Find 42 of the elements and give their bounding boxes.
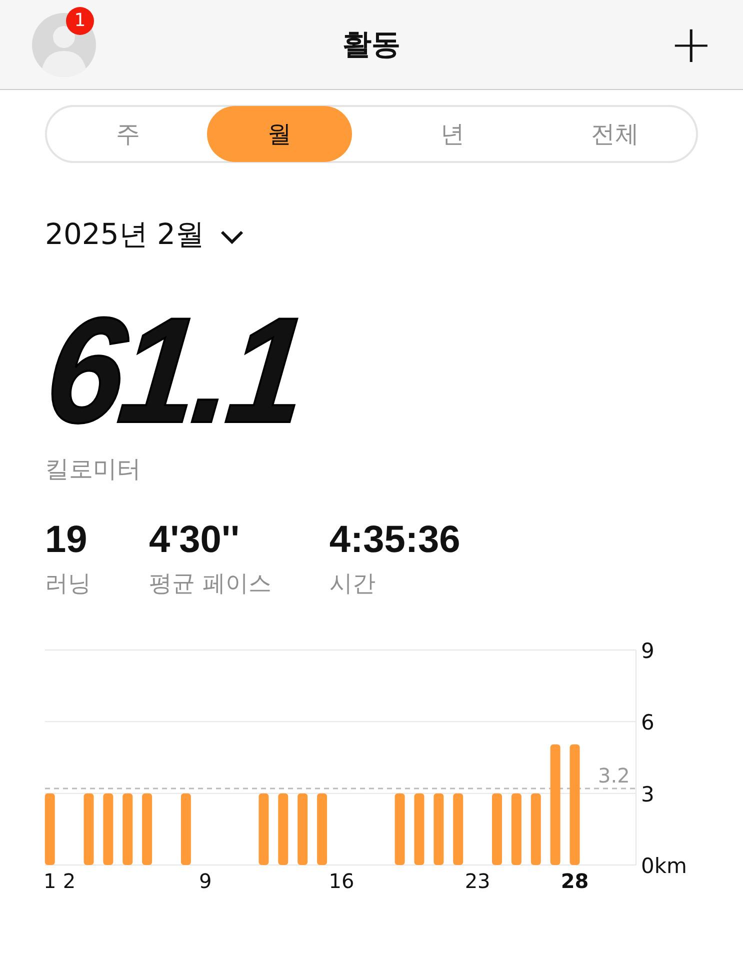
page-title: 활동 (342, 26, 402, 62)
stat-value: 4:35:36 (329, 519, 460, 562)
chart-bar (180, 793, 191, 865)
chart-bar (434, 793, 444, 865)
stat-value: 4'30'' (149, 519, 241, 562)
axis-label: 28 (560, 869, 589, 893)
axis-label: 0km (641, 854, 687, 878)
notification-badge: 1 (66, 6, 94, 34)
average-label: 3.2 (598, 764, 630, 788)
chevron-down-icon[interactable] (220, 229, 244, 245)
stat-label: 러닝 (45, 570, 91, 599)
chart-bar (103, 793, 114, 865)
chart-bar (298, 793, 308, 865)
axis-label: 1 (44, 869, 56, 893)
chart-bar (122, 793, 133, 865)
distance-unit: 킬로미터 (45, 454, 142, 485)
chart-bar (394, 793, 405, 865)
axis-label: 9 (199, 869, 212, 893)
chart-bar (414, 793, 424, 865)
chart-bar (142, 793, 152, 865)
chart-bar (258, 793, 269, 865)
chart-bar (530, 793, 541, 865)
chart-bar (511, 793, 522, 865)
stat-label: 평균 페이스 (149, 570, 272, 599)
chart-bar (44, 793, 55, 865)
period-tab[interactable]: 월 (207, 106, 352, 162)
axis-label: 6 (641, 710, 654, 735)
axis-label: 16 (328, 869, 354, 893)
chart-bar (278, 793, 288, 865)
distance-value: 61.1 (40, 295, 310, 445)
axis-label: 9 (641, 640, 654, 663)
chart-bar (317, 793, 328, 865)
month-label[interactable]: 2025년 2월 (45, 215, 204, 255)
axis-label: 23 (464, 869, 490, 893)
stat-value: 19 (45, 519, 88, 562)
add-button[interactable]: + (669, 18, 713, 70)
axis-label: 2 (62, 869, 76, 893)
chart-bar (453, 793, 464, 865)
axis-label: 3 (641, 782, 654, 806)
chart-bar (492, 793, 502, 865)
stat-label: 시간 (329, 570, 376, 599)
chart-bar (84, 793, 94, 865)
